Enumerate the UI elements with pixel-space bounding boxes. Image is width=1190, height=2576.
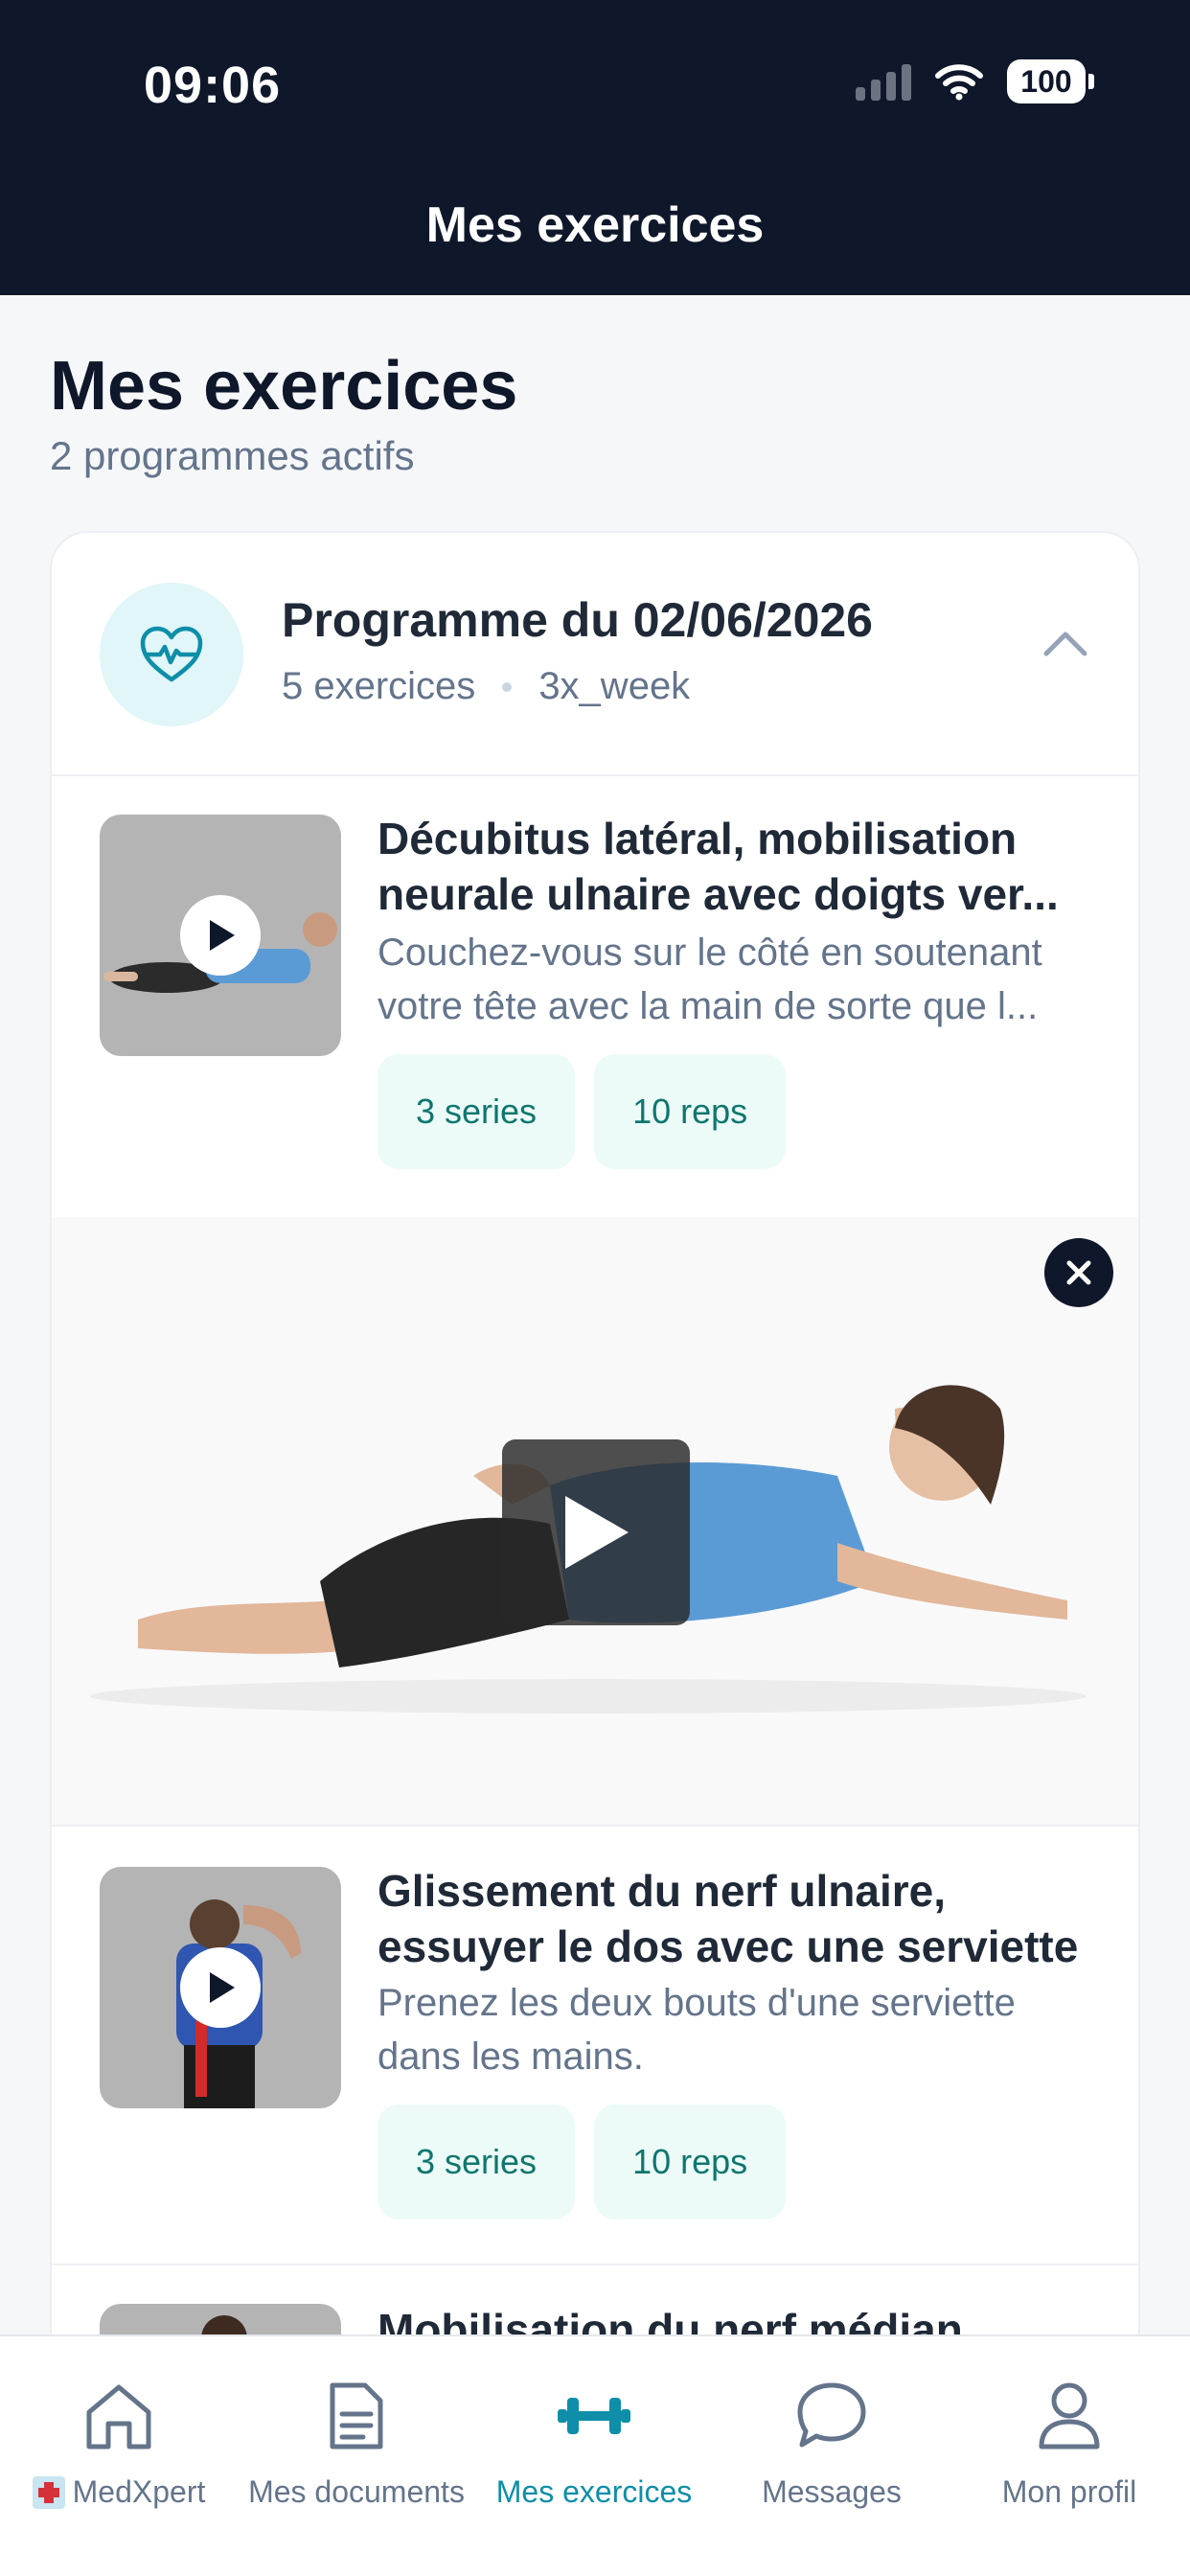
tab-documents-label: Mes documents xyxy=(248,2474,465,2509)
exercise-video-player[interactable] xyxy=(52,1217,1138,1827)
close-video-button[interactable] xyxy=(1044,1238,1113,1307)
document-icon xyxy=(330,2382,383,2450)
exercise-description: Couchez-vous sur le côté en soutenant vo… xyxy=(378,932,1042,1027)
chevron-up-icon[interactable] xyxy=(1042,629,1088,657)
wifi-icon xyxy=(935,64,983,101)
tab-home[interactable]: MedXpert xyxy=(0,2336,238,2528)
chat-bubble-icon xyxy=(797,2382,866,2448)
play-icon[interactable] xyxy=(180,895,261,976)
tab-profile[interactable]: Mon profil xyxy=(950,2336,1188,2528)
tab-profile-label: Mon profil xyxy=(1001,2474,1137,2509)
reps-chip: 10 reps xyxy=(594,1054,787,1169)
tab-messages-label: Messages xyxy=(762,2474,902,2509)
close-icon xyxy=(1066,1260,1091,1285)
tab-documents[interactable]: Mes documents xyxy=(238,2336,475,2528)
battery-icon: 100 xyxy=(1007,59,1094,104)
user-icon xyxy=(1039,2382,1100,2450)
program-meta: 5 exercices 3x_week xyxy=(282,665,690,708)
battery-level: 100 xyxy=(1007,59,1086,104)
status-icons: 100 xyxy=(856,59,1094,104)
play-icon[interactable] xyxy=(180,1947,261,2028)
exercise-chips: 3 series 10 reps xyxy=(378,1054,787,1169)
heart-pulse-icon xyxy=(100,583,243,726)
page-title: Mes exercices xyxy=(50,348,518,425)
video-play-button[interactable] xyxy=(502,1439,690,1625)
play-icon xyxy=(565,1496,629,1569)
program-exercise-count: 5 exercices xyxy=(282,665,476,707)
program-frequency: 3x_week xyxy=(538,665,691,707)
tab-messages[interactable]: Messages xyxy=(713,2336,950,2528)
dumbbell-icon xyxy=(558,2398,630,2434)
home-icon xyxy=(86,2384,151,2450)
series-chip: 3 series xyxy=(378,1054,576,1169)
exercise-item[interactable]: Décubitus latéral, mobilisation neurale … xyxy=(52,776,1138,1217)
exercise-thumbnail[interactable] xyxy=(100,815,341,1056)
tab-home-label: MedXpert xyxy=(32,2474,205,2510)
program-title: Programme du 02/06/2026 xyxy=(282,593,873,647)
exercise-description: Prenez les deux bouts d'une serviette da… xyxy=(378,1982,1016,2078)
program-header[interactable]: Programme du 02/06/2026 5 exercices 3x_w… xyxy=(52,533,1138,776)
signal-icon xyxy=(856,62,911,101)
status-time: 09:06 xyxy=(144,57,282,114)
exercise-item[interactable]: Glissement du nerf ulnaire, essuyer le d… xyxy=(52,1827,1138,2266)
tab-bar: MedXpert Mes documents Mes exercices Mes… xyxy=(0,2334,1190,2576)
top-bar: 09:06 100 Mes exercices xyxy=(0,0,1190,295)
exercise-title: Décubitus latéral, mobilisation neurale … xyxy=(378,814,1059,919)
exercise-title: Glissement du nerf ulnaire, essuyer le d… xyxy=(378,1866,1079,1971)
reps-chip: 10 reps xyxy=(594,2104,787,2220)
page-subtitle: 2 programmes actifs xyxy=(50,433,415,478)
tab-exercises[interactable]: Mes exercices xyxy=(475,2336,713,2528)
program-card: Programme du 02/06/2026 5 exercices 3x_w… xyxy=(50,531,1140,2576)
series-chip: 3 series xyxy=(378,2104,576,2220)
exercise-chips: 3 series 10 reps xyxy=(378,2104,787,2220)
exercise-thumbnail[interactable] xyxy=(100,1867,341,2108)
app-screen: 09:06 100 Mes exercices Mes exercices 2 … xyxy=(0,0,1190,2576)
separator-dot xyxy=(502,681,513,692)
tab-exercises-label: Mes exercices xyxy=(495,2474,693,2509)
nav-title: Mes exercices xyxy=(425,197,765,253)
medxpert-logo xyxy=(32,2475,65,2509)
